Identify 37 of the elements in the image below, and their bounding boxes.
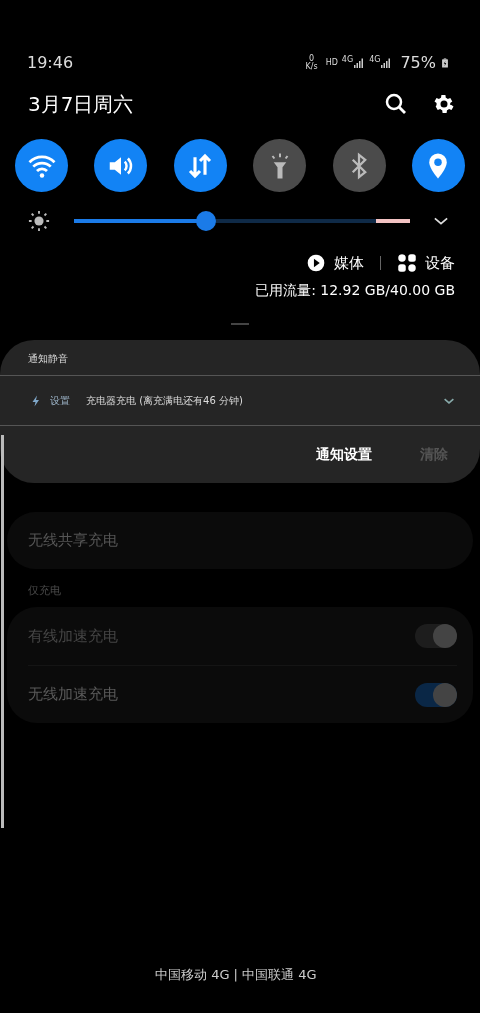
media-output-button[interactable]: 设备 (397, 251, 455, 275)
carrier-text: 中国移动 4G | 中国联通 4G (155, 966, 317, 984)
net-speed-value: 0 (309, 55, 315, 63)
notification-action-button[interactable]: 通知设置 (316, 444, 372, 465)
data-usage-text: 已用流量: 12.92 GB/40.00 GB (255, 281, 456, 300)
notification-text: 充电器充电 (离充满电还有46 分钟) (86, 394, 243, 408)
quick-toggle[interactable] (94, 139, 148, 192)
quick-toggle[interactable] (15, 139, 68, 192)
hd-label: HD (325, 59, 338, 67)
lightning-icon (30, 393, 42, 408)
app-name: 设置 (50, 394, 70, 408)
notification-row[interactable]: 设置 充电器充电 (离充满电还有46 分钟) (0, 376, 480, 425)
date-text: 3月7日周六 (28, 91, 134, 118)
quick-toggle[interactable] (411, 139, 465, 192)
four-dots-icon (397, 253, 417, 273)
quick-toggle[interactable] (173, 139, 227, 192)
quick-toggle[interactable] (253, 139, 307, 192)
section-label: 仅充电 (27, 583, 61, 599)
battery-charging-icon (440, 55, 450, 71)
quick-toggle[interactable] (332, 139, 386, 192)
expand-button[interactable] (434, 217, 448, 225)
chevron-down-icon (444, 397, 454, 404)
toggle-switch[interactable] (415, 682, 457, 707)
battery-percent: 75% (400, 52, 436, 74)
notification-section-title: 通知静音 (27, 352, 69, 366)
brightness-icon (28, 210, 50, 232)
play-circle-icon (306, 253, 326, 273)
network-type-label: 4G (369, 56, 381, 64)
chevron-down-icon (434, 217, 448, 225)
signal-icon (380, 56, 393, 70)
media-output-button[interactable]: 媒体 (306, 251, 364, 275)
drag-handle[interactable] (231, 323, 249, 325)
network-type-label: 4G (341, 56, 354, 64)
clock-text: 19:46 (27, 52, 74, 74)
slider-thumb[interactable] (195, 211, 216, 231)
signal-icon (353, 56, 366, 70)
net-speed-unit: K/s (305, 63, 318, 71)
